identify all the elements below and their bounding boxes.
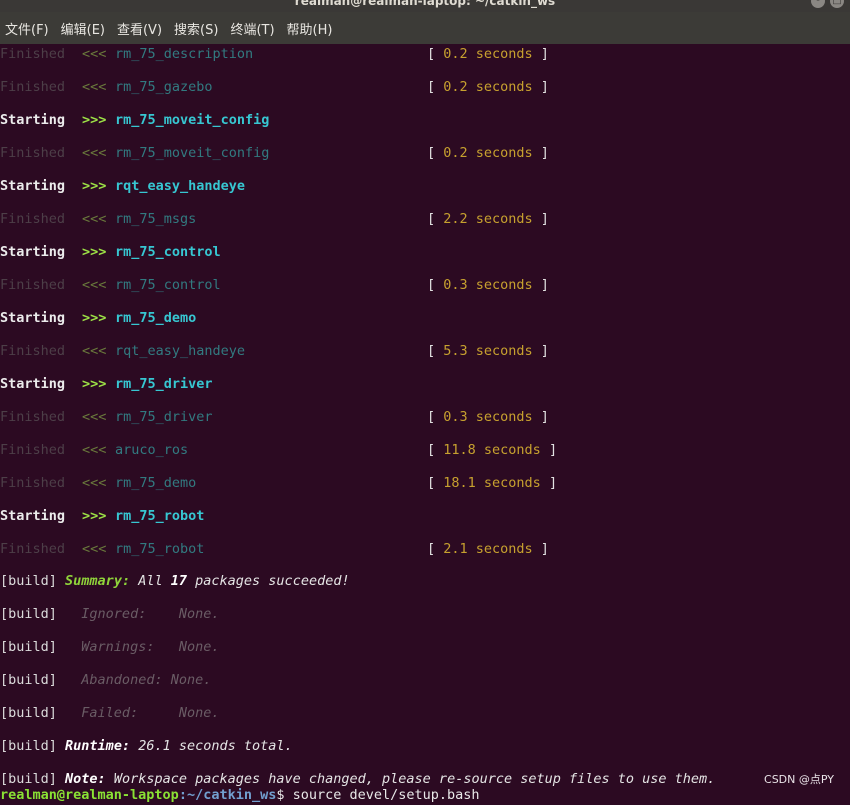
status-arrow: <<< xyxy=(82,442,107,458)
elapsed-time: [ 0.3 seconds ] xyxy=(427,409,549,425)
package-name: rm_75_demo xyxy=(115,475,197,491)
status-arrow: <<< xyxy=(82,79,107,95)
package-name: aruco_ros xyxy=(115,442,189,458)
package-name: rm_75_robot xyxy=(115,508,205,524)
status-arrow: <<< xyxy=(82,343,107,359)
window-title: realman@realman-laptop: ~/catkin_ws xyxy=(294,0,556,8)
elapsed-time: [ 0.2 seconds ] xyxy=(427,46,549,62)
status-arrow: >>> xyxy=(82,178,107,194)
menu-bar: 文件(F) 编辑(E) 查看(V) 搜索(S) 终端(T) 帮助(H) xyxy=(0,12,850,44)
build-failed-line: [build] Failed: None. xyxy=(0,705,220,721)
shell-prompt-line[interactable]: realman@realman-laptop:~/catkin_ws$ sour… xyxy=(0,785,480,805)
status-arrow: <<< xyxy=(82,145,107,161)
elapsed-time: [ 0.2 seconds ] xyxy=(427,145,549,161)
elapsed-time: [ 2.2 seconds ] xyxy=(427,211,549,227)
package-name: rm_75_msgs xyxy=(115,211,197,227)
elapsed-time: [ 0.2 seconds ] xyxy=(427,79,549,95)
package-name: rm_75_moveit_config xyxy=(115,145,270,161)
status-label: Starting xyxy=(0,376,66,392)
status-label: Starting xyxy=(0,112,66,128)
build-abandoned-line: [build] Abandoned: None. xyxy=(0,672,212,688)
watermark: CSDN @点PY xyxy=(764,773,834,786)
menu-help[interactable]: 帮助(H) xyxy=(287,19,333,38)
status-arrow: >>> xyxy=(82,244,107,260)
status-arrow: >>> xyxy=(82,508,107,524)
status-arrow: <<< xyxy=(82,277,107,293)
package-name: rqt_easy_handeye xyxy=(115,178,246,194)
status-label: Finished xyxy=(0,409,66,425)
window-titlebar: realman@realman-laptop: ~/catkin_ws - □ xyxy=(0,0,850,12)
status-label: Finished xyxy=(0,145,66,161)
status-arrow: <<< xyxy=(82,409,107,425)
terminal-output[interactable]: Finished <<< rm_75_description [ 0.2 second… xyxy=(0,44,850,803)
package-name: rm_75_control xyxy=(115,244,221,260)
package-name: rm_75_robot xyxy=(115,541,205,557)
status-label: Starting xyxy=(0,508,66,524)
package-name: rm_75_demo xyxy=(115,310,197,326)
status-label: Finished xyxy=(0,46,66,62)
status-label: Finished xyxy=(0,475,66,491)
status-arrow: >>> xyxy=(82,112,107,128)
status-arrow: <<< xyxy=(82,475,107,491)
status-arrow: <<< xyxy=(82,46,107,62)
status-arrow: >>> xyxy=(82,310,107,326)
status-label: Finished xyxy=(0,277,66,293)
status-arrow: <<< xyxy=(82,211,107,227)
prompt-command: $ source devel/setup.bash xyxy=(276,787,480,803)
status-label: Starting xyxy=(0,310,66,326)
prompt-user: realman@realman-laptop xyxy=(0,787,179,803)
package-name: rm_75_description xyxy=(115,46,254,62)
menu-view[interactable]: 查看(V) xyxy=(117,19,162,38)
elapsed-time: [ 2.1 seconds ] xyxy=(427,541,549,557)
minimize-button[interactable]: - xyxy=(811,0,825,8)
elapsed-time: [ 5.3 seconds ] xyxy=(427,343,549,359)
elapsed-time: [ 11.8 seconds ] xyxy=(427,442,558,458)
status-label: Finished xyxy=(0,541,66,557)
menu-file[interactable]: 文件(F) xyxy=(5,19,49,38)
status-label: Finished xyxy=(0,211,66,227)
status-label: Finished xyxy=(0,343,66,359)
status-label: Starting xyxy=(0,178,66,194)
menu-terminal[interactable]: 终端(T) xyxy=(230,19,274,38)
package-name: rqt_easy_handeye xyxy=(115,343,246,359)
package-name: rm_75_control xyxy=(115,277,221,293)
elapsed-time: [ 0.3 seconds ] xyxy=(427,277,549,293)
status-label: Finished xyxy=(0,442,66,458)
package-name: rm_75_driver xyxy=(115,409,213,425)
menu-search[interactable]: 搜索(S) xyxy=(174,19,218,38)
build-summary-line: [build] Summary: All 17 packages succeed… xyxy=(0,573,350,589)
window-controls: - □ xyxy=(811,0,844,8)
status-label: Starting xyxy=(0,244,66,260)
status-arrow: <<< xyxy=(82,541,107,557)
elapsed-time: [ 18.1 seconds ] xyxy=(427,475,558,491)
package-name: rm_75_gazebo xyxy=(115,79,213,95)
build-ignored-line: [build] Ignored: None. xyxy=(0,606,220,622)
package-name: rm_75_moveit_config xyxy=(115,112,270,128)
maximize-button[interactable]: □ xyxy=(830,0,844,8)
build-runtime-line: [build] Runtime: 26.1 seconds total. xyxy=(0,738,293,754)
menu-edit[interactable]: 编辑(E) xyxy=(61,19,105,38)
status-arrow: >>> xyxy=(82,376,107,392)
build-warnings-line: [build] Warnings: None. xyxy=(0,639,220,655)
prompt-path: :~/catkin_ws xyxy=(178,787,277,803)
package-name: rm_75_driver xyxy=(115,376,213,392)
status-label: Finished xyxy=(0,79,66,95)
